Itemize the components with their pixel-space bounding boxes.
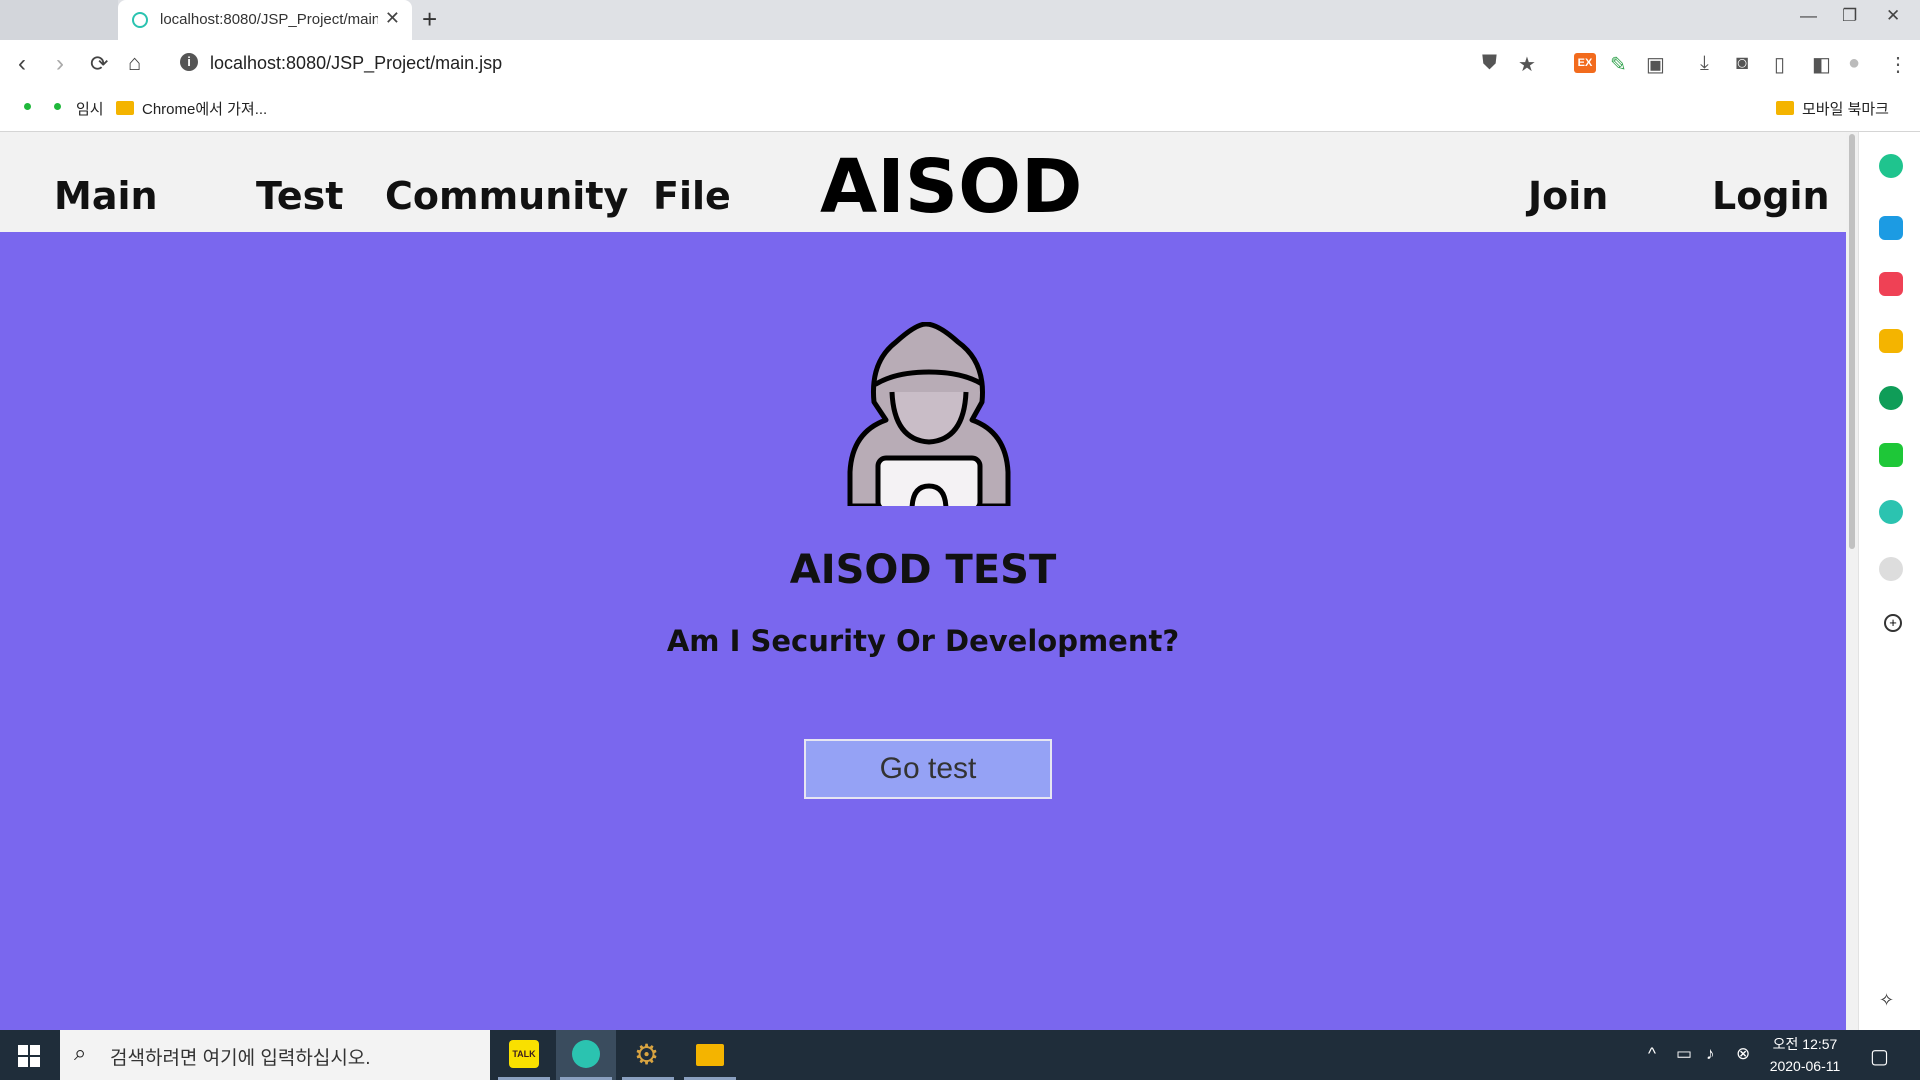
star-app-icon[interactable] xyxy=(1879,329,1903,353)
browser-toolbar: ‹ › ⟳ ⌂ i localhost:8080/JSP_Project/mai… xyxy=(0,40,1920,88)
green-square-app-icon[interactable] xyxy=(1879,443,1903,467)
capture-extension-icon[interactable]: ▣ xyxy=(1646,52,1665,77)
pocket-icon[interactable] xyxy=(1879,272,1903,296)
nav-test[interactable]: Test xyxy=(256,174,343,218)
nav-main[interactable]: Main xyxy=(54,174,158,218)
clock-time: 오전 12:57 xyxy=(1772,1036,1838,1052)
shield-icon[interactable]: ⛊ xyxy=(1482,52,1497,75)
leaf-extension-icon[interactable]: ✎ xyxy=(1610,52,1627,77)
hero-subtitle: Am I Security Or Development? xyxy=(666,624,1180,658)
tab-title: localhost:8080/JSP_Project/main.jsp xyxy=(160,11,378,28)
menu-icon[interactable]: ⋮ xyxy=(1888,52,1908,77)
windows-start-icon[interactable] xyxy=(18,1045,40,1067)
address-bar[interactable]: localhost:8080/JSP_Project/main.jsp xyxy=(210,53,502,74)
file-explorer-app[interactable] xyxy=(680,1030,740,1080)
browser-side-panel: + ✧ xyxy=(1858,132,1920,1030)
bookmark-chrome-import[interactable]: Chrome에서 가져... xyxy=(142,98,267,119)
page-body: Main Test Community File AISOD Join Logi… xyxy=(0,132,1846,1030)
nav-login[interactable]: Login xyxy=(1712,174,1830,218)
kakaotalk-icon: TALK xyxy=(509,1040,539,1068)
play-app-icon[interactable] xyxy=(1879,500,1903,524)
ex-extension-icon[interactable]: EX xyxy=(1574,53,1596,73)
folder-icon xyxy=(696,1044,724,1066)
tab-close-icon[interactable]: ✕ xyxy=(385,8,400,29)
restore-button[interactable]: ❐ xyxy=(1842,6,1857,26)
home-icon[interactable]: ⌂ xyxy=(128,50,141,76)
pin-icon[interactable]: ✧ xyxy=(1879,990,1903,1014)
page-scrollbar[interactable] xyxy=(1846,132,1858,1030)
folder-icon xyxy=(116,101,134,115)
minimize-button[interactable]: — xyxy=(1800,6,1817,26)
bookmark-dot-icon[interactable] xyxy=(54,103,61,110)
blue-app-icon[interactable] xyxy=(1879,216,1903,240)
taskbar-search[interactable]: ⌕ 검색하려면 여기에 입력하십시오. xyxy=(60,1030,490,1080)
bookmark-temp[interactable]: 임시 xyxy=(76,98,104,119)
sidebar-toggle-icon[interactable]: ◧ xyxy=(1812,52,1831,77)
forward-icon[interactable]: › xyxy=(56,50,64,78)
hero-title: AISOD TEST xyxy=(789,547,1057,593)
site-header: Main Test Community File AISOD Join Logi… xyxy=(0,132,1846,232)
avatar-app-icon[interactable] xyxy=(1879,557,1903,581)
whale-browser-icon xyxy=(572,1040,600,1068)
search-icon: ⌕ xyxy=(74,1040,87,1065)
loading-favicon-icon xyxy=(132,12,148,28)
active-tab[interactable]: localhost:8080/JSP_Project/main.jsp ✕ xyxy=(118,0,412,40)
volume-icon[interactable]: ♪ xyxy=(1706,1044,1715,1064)
reader-icon[interactable]: ▯ xyxy=(1774,52,1785,77)
green-circle-app-icon[interactable] xyxy=(1879,154,1903,178)
network-off-icon[interactable]: ⊗ xyxy=(1736,1044,1750,1064)
go-test-button[interactable]: Go test xyxy=(804,739,1052,799)
edge-app-icon[interactable] xyxy=(1879,386,1903,410)
bookmarks-bar: 임시 Chrome에서 가져... 모바일 북마크 xyxy=(0,88,1920,132)
taskbar-clock[interactable]: 오전 12:57 2020-06-11 xyxy=(1760,1033,1850,1077)
close-window-button[interactable]: ✕ xyxy=(1886,6,1900,26)
clock-date: 2020-06-11 xyxy=(1769,1058,1841,1074)
folder-icon xyxy=(1776,101,1794,115)
reload-icon[interactable]: ⟳ xyxy=(90,51,108,77)
battery-icon[interactable]: ▭ xyxy=(1676,1044,1692,1064)
bookmark-star-icon[interactable]: ★ xyxy=(1518,52,1536,77)
bookmark-mobile[interactable]: 모바일 북마크 xyxy=(1802,98,1889,119)
notification-icon[interactable]: ▢ xyxy=(1870,1044,1889,1069)
back-icon[interactable]: ‹ xyxy=(18,50,26,78)
windows-taskbar: ⌕ 검색하려면 여기에 입력하십시오. TALK ⚙ ^ ▭ ♪ ⊗ 오전 12… xyxy=(0,1030,1920,1080)
nav-file[interactable]: File xyxy=(653,174,731,218)
site-logo[interactable]: AISOD xyxy=(820,144,1082,230)
camera-icon[interactable]: ◙ xyxy=(1736,52,1748,75)
browser-app[interactable] xyxy=(556,1030,616,1080)
add-app-icon[interactable]: + xyxy=(1884,614,1902,632)
hacker-hood-icon xyxy=(847,322,1011,506)
site-info-icon[interactable]: i xyxy=(180,53,198,71)
scrollbar-thumb[interactable] xyxy=(1849,134,1855,549)
kakaotalk-app[interactable]: TALK xyxy=(494,1030,554,1080)
profile-icon[interactable]: ● xyxy=(1848,52,1860,75)
nav-join[interactable]: Join xyxy=(1528,174,1608,218)
gear-icon: ⚙ xyxy=(634,1039,660,1070)
nav-community[interactable]: Community xyxy=(385,174,628,218)
browser-titlebar: localhost:8080/JSP_Project/main.jsp ✕ + … xyxy=(0,0,1920,40)
search-placeholder: 검색하려면 여기에 입력하십시오. xyxy=(110,1048,371,1069)
settings-app[interactable]: ⚙ xyxy=(618,1030,678,1080)
new-tab-button[interactable]: + xyxy=(422,4,437,35)
bookmark-dot-icon[interactable] xyxy=(24,103,31,110)
tray-chevron-icon[interactable]: ^ xyxy=(1648,1044,1656,1064)
pinned-tab[interactable] xyxy=(0,0,118,40)
download-icon[interactable]: ⤓ xyxy=(1700,52,1709,75)
